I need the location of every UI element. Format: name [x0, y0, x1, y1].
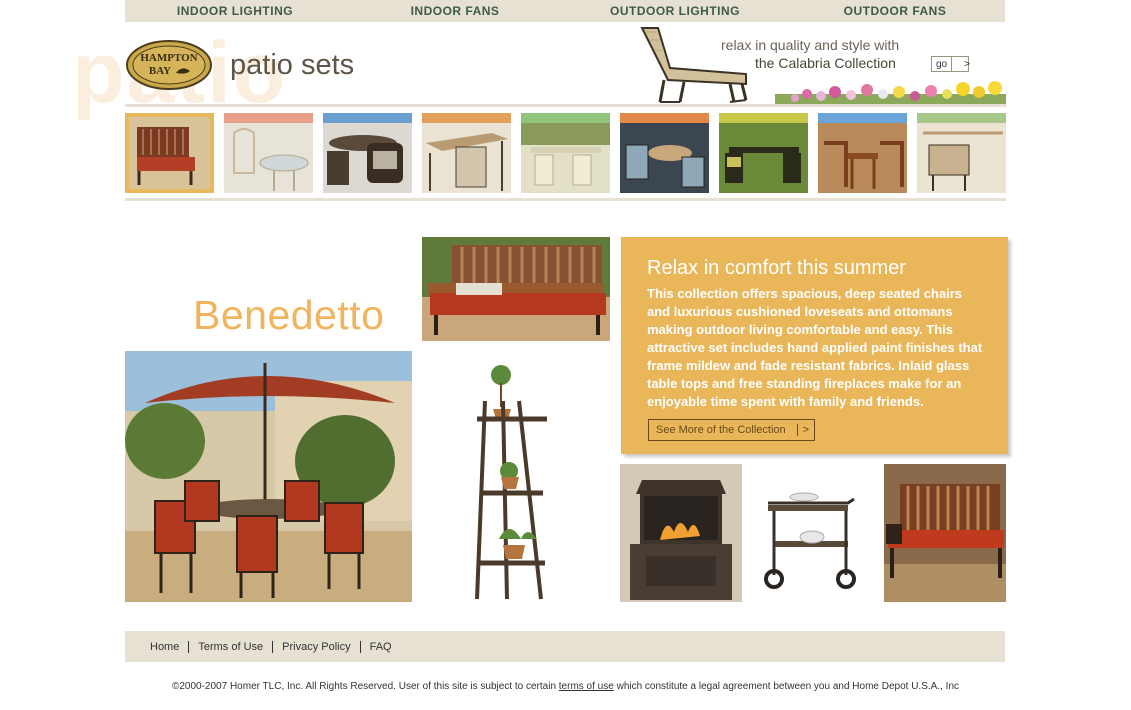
thumbnail-divider: [125, 198, 1006, 201]
page-title: patio sets: [230, 49, 355, 81]
footer-link-privacy[interactable]: Privacy Policy: [273, 640, 361, 653]
thumbnail-set-8[interactable]: [818, 113, 907, 193]
thumbnail-set-2[interactable]: [224, 113, 313, 193]
nav-indoor-lighting[interactable]: INDOOR LIGHTING: [125, 0, 345, 22]
promo-body: This collection offers spacious, deep se…: [647, 286, 983, 409]
thumbnail-set-6[interactable]: [620, 113, 709, 193]
serving-cart-image[interactable]: [760, 477, 864, 593]
thumbnail-set-4[interactable]: [422, 113, 511, 193]
thumbnail-strip: [125, 113, 1006, 193]
flowers-image: [775, 81, 1006, 106]
thumbnail-benedetto[interactable]: [125, 113, 214, 193]
settee-image[interactable]: [884, 464, 1006, 602]
copyright-post: which constitute a legal agreement betwe…: [613, 681, 960, 692]
see-more-label: See More of the Collection: [656, 424, 786, 436]
thumbnail-set-9[interactable]: [917, 113, 1006, 193]
arrow-right-icon: >: [796, 424, 814, 436]
dining-set-image[interactable]: [125, 351, 412, 602]
fireplace-image[interactable]: [620, 464, 742, 602]
thumbnail-set-3[interactable]: [323, 113, 412, 193]
collection-title: Benedetto: [193, 292, 385, 338]
hampton-bay-logo[interactable]: HAMPTON BAY: [126, 40, 212, 90]
promo-line1: relax in quality and style with: [721, 37, 900, 53]
go-label: go: [936, 58, 948, 70]
logo-line2: BAY: [149, 65, 171, 77]
nav-outdoor-fans[interactable]: OUTDOOR FANS: [785, 0, 1005, 22]
copyright-pre: ©2000-2007 Homer TLC, Inc. All Rights Re…: [171, 681, 559, 692]
go-button[interactable]: go >: [931, 56, 970, 72]
promo-heading: Relax in comfort this summer: [647, 257, 906, 279]
nav-outdoor-lighting[interactable]: OUTDOOR LIGHTING: [565, 0, 785, 22]
header-divider: [125, 104, 1006, 107]
plant-stand-image[interactable]: [463, 353, 567, 603]
go-arrow-icon: >: [964, 58, 970, 70]
nav-indoor-fans[interactable]: INDOOR FANS: [345, 0, 565, 22]
promo-line2[interactable]: the Calabria Collection: [755, 55, 896, 71]
footer-link-home[interactable]: Home: [125, 640, 190, 653]
footer-link-faq[interactable]: FAQ: [361, 641, 401, 653]
copyright-text: ©2000-2007 Homer TLC, Inc. All Rights Re…: [0, 681, 1131, 692]
loveseat-image[interactable]: [422, 237, 610, 341]
top-nav: INDOOR LIGHTING INDOOR FANS OUTDOOR LIGH…: [125, 0, 1005, 22]
footer-link-terms[interactable]: Terms of Use: [189, 640, 274, 653]
thumbnail-set-7[interactable]: [719, 113, 808, 193]
footer-nav: Home Terms of Use Privacy Policy FAQ: [125, 631, 1005, 662]
logo-line1: HAMPTON: [140, 52, 197, 64]
terms-of-use-link[interactable]: terms of use: [559, 681, 614, 692]
see-more-button[interactable]: See More of the Collection >: [648, 419, 815, 441]
thumbnail-set-5[interactable]: [521, 113, 610, 193]
